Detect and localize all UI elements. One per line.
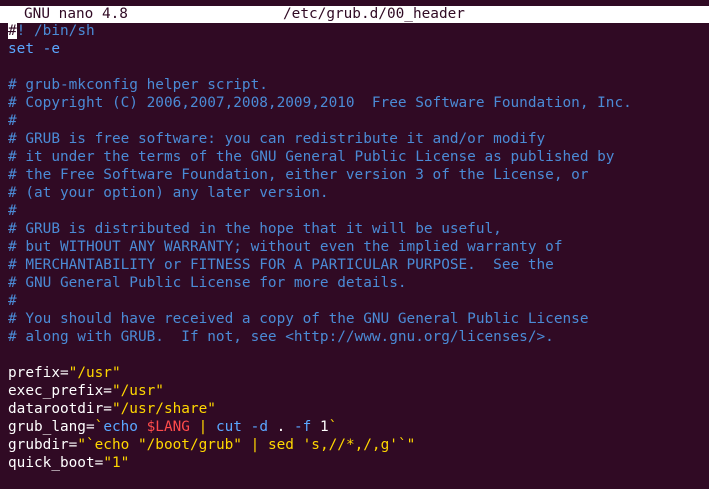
comment-line: #: [8, 203, 17, 219]
sed-keyword: sed: [267, 437, 294, 453]
comment-line: # along with GRUB. If not, see <http://w…: [8, 329, 554, 345]
comment-line: # the Free Software Foundation, either v…: [8, 167, 589, 183]
pipe-symbol: |: [198, 419, 208, 435]
cut-keyword: cut: [215, 419, 242, 435]
string-value: "/usr": [111, 383, 164, 399]
string-value: "/usr/share": [111, 401, 216, 417]
var-name: exec_prefix=: [8, 383, 112, 399]
comment-line: # MERCHANTABILITY or FITNESS FOR A PARTI…: [8, 257, 554, 273]
code-line-quick-boot: quick_boot="1": [8, 454, 709, 472]
comment-line: #: [8, 113, 17, 129]
string-value: "/usr": [68, 365, 121, 381]
option-d: -d: [250, 419, 268, 435]
backtick: `: [328, 419, 338, 435]
shebang-text: ! /bin/sh: [16, 23, 95, 39]
title-bar: GNU nano 4.8 /etc/grub.d/00_header: [0, 6, 709, 23]
comment-line: # You should have received a copy of the…: [8, 311, 589, 327]
lang-variable: $LANG: [146, 419, 190, 435]
code-line-prefix: prefix="/usr": [8, 364, 709, 382]
file-path: /etc/grub.d/00_header: [283, 6, 465, 22]
echo-keyword: echo: [94, 437, 130, 453]
comment-line: # it under the terms of the GNU General …: [8, 149, 615, 165]
var-name: datarootdir=: [8, 401, 112, 417]
option-f: -f: [294, 419, 312, 435]
quote-open: "`: [77, 437, 95, 453]
comment-line: # (at your option) any later version.: [8, 185, 329, 201]
editor-buffer[interactable]: #! /bin/sh set -e # grub-mkconfig helper…: [8, 22, 709, 472]
delimiter-dot: .: [276, 419, 286, 435]
var-name: prefix=: [8, 365, 69, 381]
field-number: 1: [320, 419, 329, 435]
code-line-set: set -e: [8, 41, 60, 57]
path-string: "/boot/grub": [137, 437, 242, 453]
comment-line: # but WITHOUT ANY WARRANTY; without even…: [8, 239, 563, 255]
var-name: grubdir=: [8, 437, 78, 453]
code-line-exec-prefix: exec_prefix="/usr": [8, 382, 709, 400]
comment-line: #: [8, 293, 17, 309]
code-line-shebang: #! /bin/sh: [8, 22, 709, 40]
text-cursor: #: [8, 23, 17, 39]
backtick: `: [94, 419, 104, 435]
var-name: quick_boot=: [8, 455, 104, 471]
code-line-grub-lang: grub_lang=`echo $LANG | cut -d . -f 1`: [8, 418, 709, 436]
string-value: "1": [103, 455, 130, 471]
var-name: grub_lang=: [8, 419, 95, 435]
echo-keyword: echo: [103, 419, 138, 435]
comment-line: # GRUB is free software: you can redistr…: [8, 131, 546, 147]
comment-line: # GNU General Public License for more de…: [8, 275, 407, 291]
code-line-datarootdir: datarootdir="/usr/share": [8, 400, 709, 418]
code-line-grubdir: grubdir="`echo "/boot/grub" | sed 's,//*…: [8, 436, 709, 454]
comment-line: # grub-mkconfig helper script.: [8, 77, 268, 93]
sed-expression: 's,//*,/,g': [302, 437, 398, 453]
comment-line: # Copyright (C) 2006,2007,2008,2009,2010…: [8, 95, 632, 111]
app-name: GNU nano 4.8: [24, 6, 128, 22]
quote-close: `": [397, 437, 416, 453]
pipe-symbol: |: [250, 437, 260, 453]
comment-line: # GRUB is distributed in the hope that i…: [8, 221, 502, 237]
